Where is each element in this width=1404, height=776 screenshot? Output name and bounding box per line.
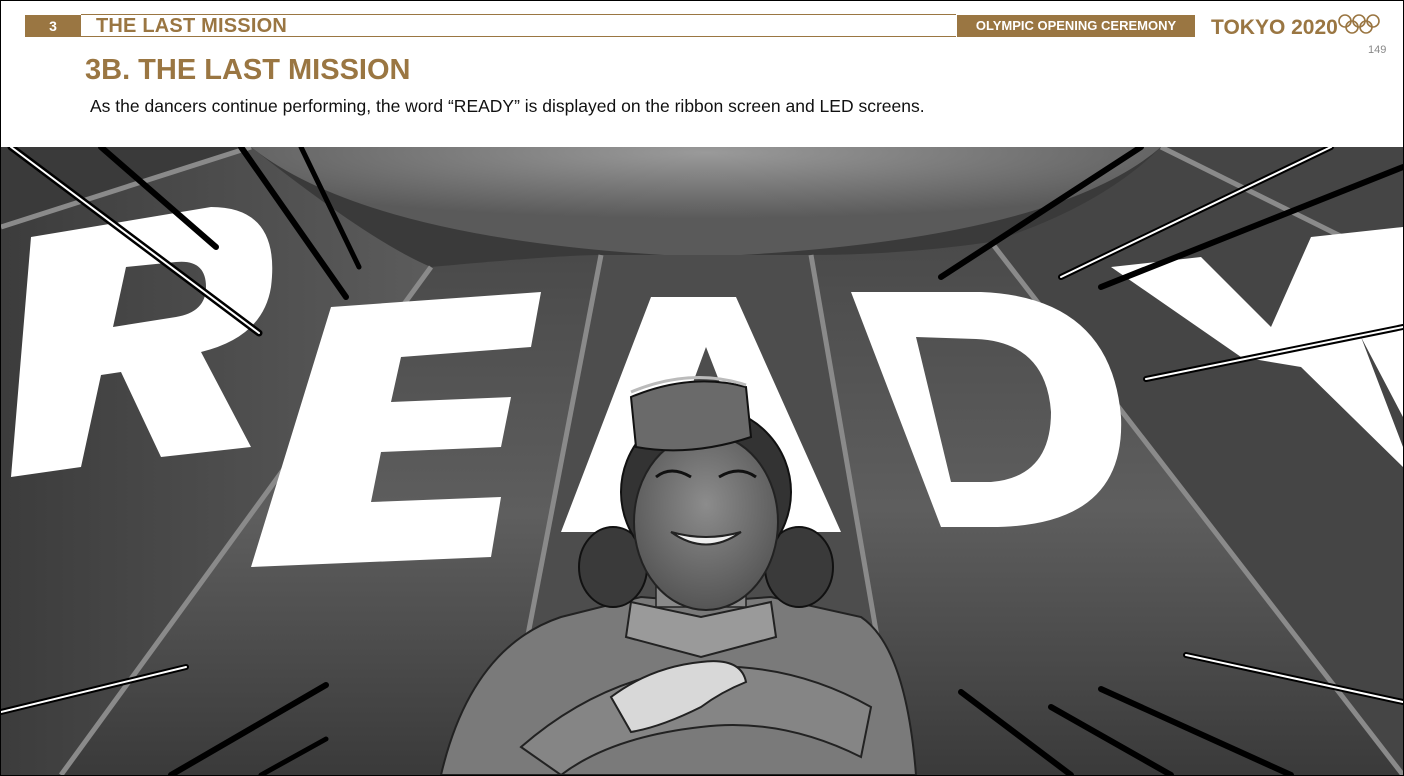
storyboard-page: 3 THE LAST MISSION OLYMPIC OPENING CEREM… [0,0,1404,776]
event-name: TOKYO 2020 [1211,16,1338,39]
olympic-rings-icon [1338,14,1380,34]
storyboard-illustration [1,147,1403,775]
ceremony-badge: OLYMPIC OPENING CEREMONY [957,15,1195,37]
scene-caption: As the dancers continue performing, the … [90,96,925,116]
section-number-badge: 3 [25,15,81,37]
header-rule-bottom [81,36,956,37]
section-title: THE LAST MISSION [96,15,287,37]
scene-heading: 3B. THE LAST MISSION [85,54,411,86]
page-number: 149 [1368,44,1387,56]
